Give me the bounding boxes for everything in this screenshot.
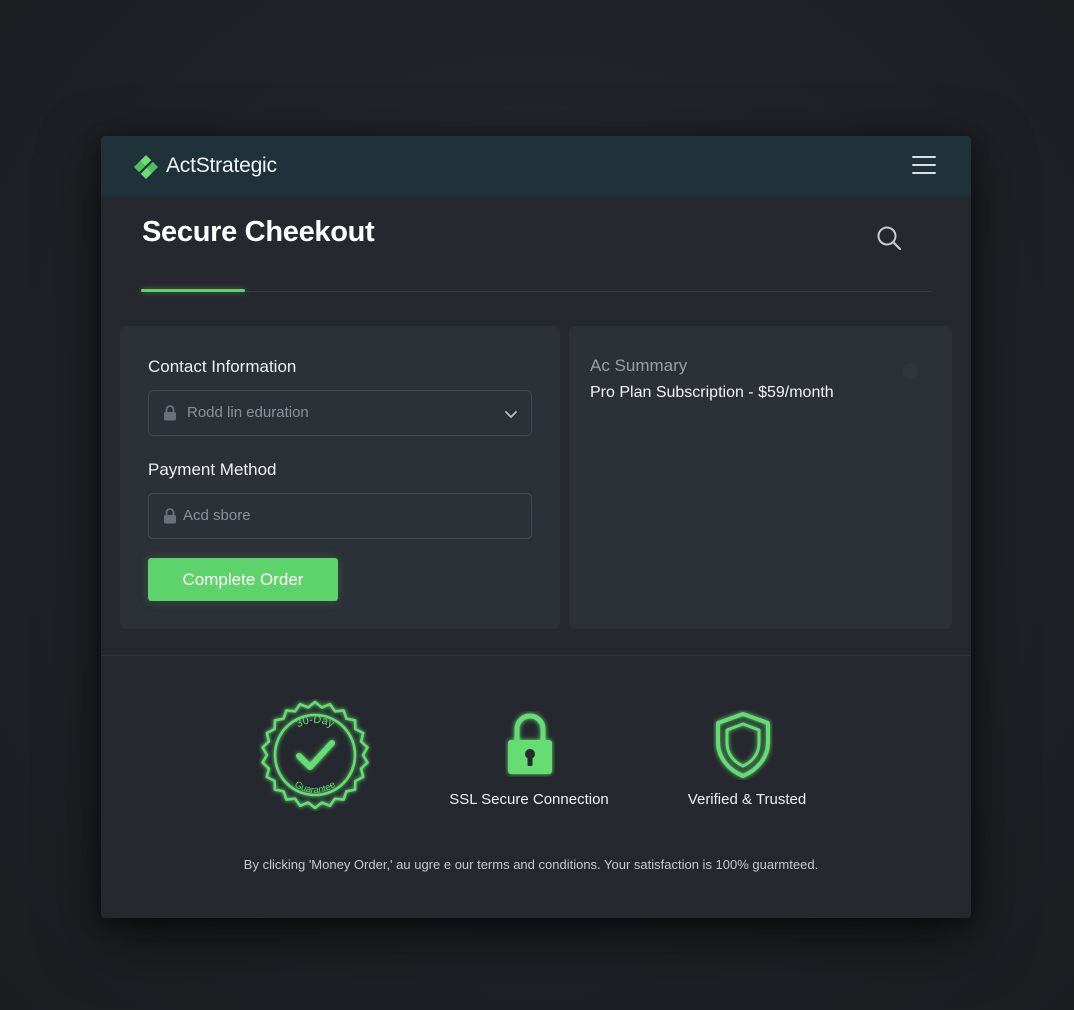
page-title: Secure Cheekout bbox=[142, 216, 375, 248]
svg-text:30-Day: 30-Day bbox=[294, 714, 336, 731]
payment-method-field[interactable]: Acd sbore bbox=[148, 493, 532, 539]
top-navigation-bar: ActStrategic bbox=[101, 136, 971, 196]
footer-divider bbox=[101, 655, 971, 656]
payment-field-value: Acd sbore bbox=[183, 507, 251, 524]
guarantee-bottom-text: Guarantee bbox=[292, 779, 337, 796]
svg-text:Guarantee: Guarantee bbox=[292, 779, 337, 796]
ssl-secure-label: SSL Secure Connection bbox=[449, 791, 609, 808]
contact-information-select[interactable]: Rodd lin eduration bbox=[148, 390, 532, 436]
actstrategic-logo-icon bbox=[134, 155, 158, 179]
guarantee-seal-icon: 30-Day Guarantee bbox=[261, 700, 369, 810]
lock-icon bbox=[164, 508, 176, 524]
checkout-form-card: Contact Information Rodd lin eduration P… bbox=[120, 326, 560, 629]
order-summary-card: Ac Summary Pro Plan Subscription - $59/m… bbox=[569, 326, 952, 629]
title-divider bbox=[141, 291, 932, 292]
shield-icon bbox=[716, 712, 770, 778]
summary-line-item: Pro Plan Subscription - $59/month bbox=[590, 384, 834, 401]
contact-information-label: Contact Information bbox=[148, 357, 297, 376]
summary-title: Ac Summary bbox=[590, 356, 688, 375]
complete-order-button[interactable]: Complete Order bbox=[148, 558, 338, 601]
checkout-window: ActStrategic Secure Cheekout Contact Inf… bbox=[101, 136, 971, 918]
payment-method-label: Payment Method bbox=[148, 460, 277, 479]
summary-dot-icon bbox=[902, 363, 918, 379]
contact-field-value: Rodd lin eduration bbox=[187, 404, 309, 421]
verified-trusted-label: Verified & Trusted bbox=[687, 791, 807, 808]
lock-icon bbox=[164, 405, 176, 421]
checkout-progress-indicator bbox=[141, 289, 245, 292]
hamburger-menu-icon[interactable] bbox=[911, 154, 939, 178]
guarantee-top-text: 30-Day bbox=[294, 714, 336, 731]
chevron-down-icon[interactable] bbox=[503, 406, 519, 422]
brand-name[interactable]: ActStrategic bbox=[166, 154, 277, 178]
padlock-icon bbox=[508, 713, 552, 774]
search-icon[interactable] bbox=[875, 224, 905, 254]
terms-notice: By clicking 'Money Order,' au ugre e our… bbox=[243, 857, 819, 872]
